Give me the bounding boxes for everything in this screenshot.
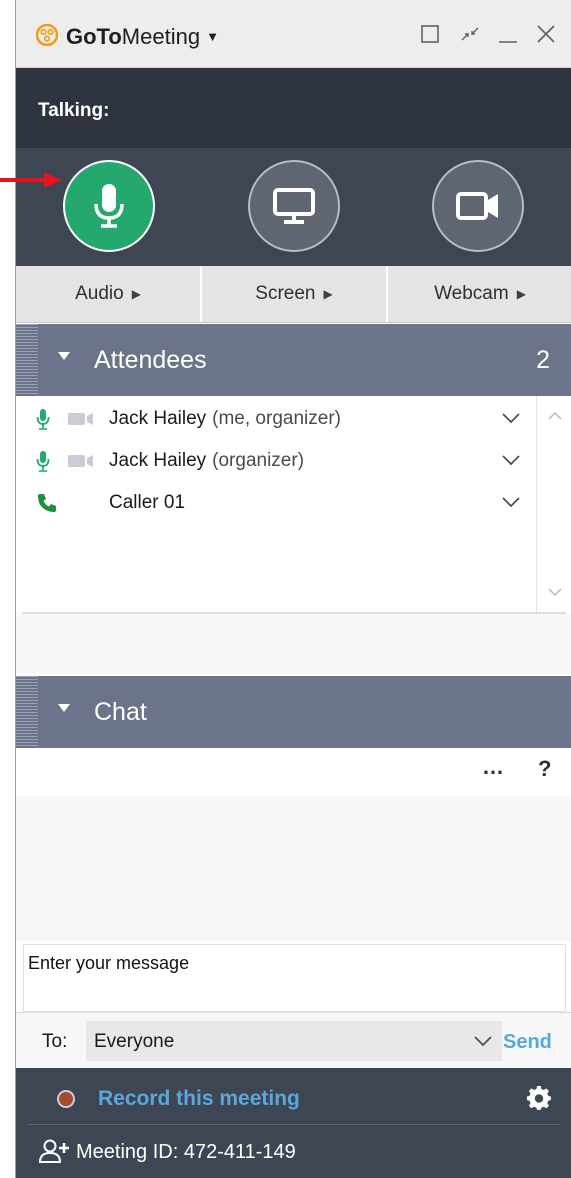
recipient-row: To: Everyone Send: [16, 1012, 571, 1068]
attendee-role: (organizer): [212, 450, 305, 471]
caret-right-icon: ▶: [131, 287, 141, 301]
collapse-triangle-icon[interactable]: [58, 704, 70, 712]
help-button[interactable]: ?: [538, 756, 551, 782]
attendee-row[interactable]: Caller 01: [16, 484, 536, 524]
attendees-title: Attendees: [94, 346, 207, 374]
scroll-up-icon[interactable]: [547, 410, 563, 422]
screen-share-button[interactable]: [248, 160, 340, 252]
microphone-icon: [94, 184, 124, 228]
talking-bar: Talking:: [16, 68, 571, 148]
app-title-menu[interactable]: GoToMeeting ▼: [66, 24, 219, 50]
attendee-name: Jack Hailey (organizer): [109, 450, 304, 472]
chat-toolbar: … ?: [16, 748, 571, 796]
meeting-id: Meeting ID: 472-411-149: [76, 1141, 296, 1163]
maximize-icon[interactable]: [416, 20, 444, 48]
video-camera-icon: [68, 455, 93, 467]
title-bar: GoToMeeting ▼: [16, 0, 571, 68]
attendee-name-text: Jack Hailey: [109, 450, 207, 471]
recipient-value: Everyone: [94, 1031, 175, 1052]
chat-title: Chat: [94, 698, 147, 726]
caret-right-icon: ▶: [323, 287, 333, 301]
gear-icon[interactable]: [526, 1086, 552, 1112]
brand-bold: GoTo: [66, 24, 122, 49]
phone-icon: [38, 494, 56, 512]
attendee-name: Caller 01: [109, 492, 185, 514]
media-controls: [16, 148, 571, 266]
chat-header[interactable]: Chat: [16, 676, 571, 748]
record-meeting-button[interactable]: Record this meeting: [98, 1087, 300, 1111]
chat-message-input[interactable]: Enter your message: [23, 944, 566, 1012]
close-icon[interactable]: [532, 20, 560, 48]
minimize-icon[interactable]: [494, 20, 522, 48]
brand-light: Meeting: [121, 24, 201, 49]
drag-grip-icon[interactable]: [16, 324, 38, 396]
media-tabs: Audio ▶ Screen ▶ Webcam ▶: [16, 266, 571, 323]
chevron-down-icon: [474, 1036, 492, 1047]
drag-grip-icon[interactable]: [16, 676, 38, 748]
video-camera-icon: [68, 413, 93, 425]
tab-audio[interactable]: Audio ▶: [16, 266, 202, 322]
message-placeholder: Enter your message: [28, 953, 190, 973]
collapse-triangle-icon[interactable]: [58, 352, 70, 360]
tab-audio-label: Audio: [75, 283, 124, 304]
talking-label: Talking:: [38, 100, 110, 121]
microphone-icon: [36, 409, 50, 430]
more-options-button[interactable]: …: [482, 754, 505, 780]
attendees-count: 2: [536, 346, 550, 374]
microphone-icon: [36, 451, 50, 472]
tab-screen-label: Screen: [255, 283, 316, 304]
monitor-icon: [273, 188, 315, 224]
attendee-row[interactable]: Jack Hailey (organizer): [16, 442, 536, 482]
record-icon: [57, 1090, 75, 1108]
add-attendee-icon[interactable]: [39, 1138, 71, 1164]
divider: [28, 1124, 560, 1125]
caret-down-icon: ▼: [206, 29, 219, 44]
chevron-down-icon[interactable]: [500, 452, 522, 468]
collapse-icon[interactable]: [456, 20, 484, 48]
attendee-name-text: Jack Hailey: [109, 408, 207, 429]
send-button[interactable]: Send: [503, 1031, 552, 1054]
chevron-down-icon[interactable]: [500, 494, 522, 510]
attendees-scrollbar[interactable]: [536, 396, 571, 614]
tab-screen[interactable]: Screen ▶: [202, 266, 388, 322]
chevron-down-icon[interactable]: [500, 410, 522, 426]
tab-webcam-label: Webcam: [434, 283, 509, 304]
gotomeeting-logo-icon: [36, 24, 58, 46]
bottom-bar: Record this meeting Meeting ID: 472-411-…: [16, 1068, 571, 1178]
audio-toggle-button[interactable]: [63, 160, 155, 252]
attendees-header[interactable]: Attendees 2: [16, 324, 571, 396]
annotation-arrow-icon: [0, 172, 62, 188]
caret-right-icon: ▶: [516, 287, 526, 301]
attendee-name-text: Caller 01: [109, 492, 186, 513]
attendees-footer: [16, 614, 571, 674]
attendee-name: Jack Hailey (me, organizer): [109, 408, 341, 430]
webcam-button[interactable]: [432, 160, 524, 252]
scroll-down-icon[interactable]: [547, 586, 563, 598]
tab-webcam[interactable]: Webcam ▶: [388, 266, 571, 322]
to-label: To:: [42, 1031, 68, 1052]
recipient-select[interactable]: Everyone: [86, 1021, 502, 1061]
attendee-role: (me, organizer): [212, 408, 341, 429]
attendee-row[interactable]: Jack Hailey (me, organizer): [16, 400, 536, 440]
video-camera-icon: [456, 192, 498, 220]
attendees-list: Jack Hailey (me, organizer) Jack Hailey (o…: [16, 396, 571, 614]
gotomeeting-panel: GoToMeeting ▼ Talking: Audio ▶ Screen ▶ …: [15, 0, 571, 1178]
